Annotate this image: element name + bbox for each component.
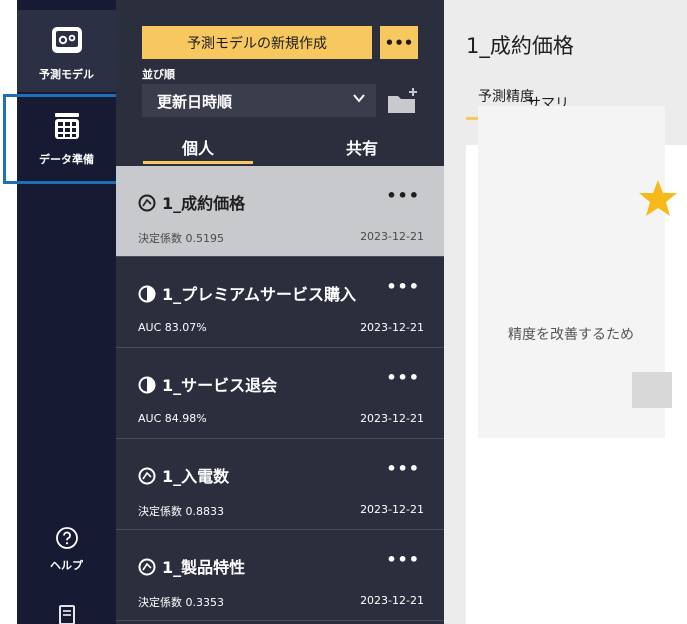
model-date: 2023-12-21: [360, 321, 424, 334]
model-date: 2023-12-21: [360, 412, 424, 425]
rail-item-label: 予測モデル: [39, 68, 94, 81]
regression-icon: [138, 558, 156, 580]
model-gear-icon: [17, 23, 116, 60]
model-date: 2023-12-21: [360, 503, 424, 516]
list-item[interactable]: 1_製品特性 ••• 決定係数 0.3353 2023-12-21: [116, 530, 444, 621]
rail-item-prediction-model[interactable]: 予測モデル: [17, 10, 116, 92]
sort-value: 更新日時順: [157, 93, 233, 111]
more-options-button[interactable]: •••: [380, 26, 418, 59]
document-icon: [17, 604, 116, 624]
new-folder-button[interactable]: [386, 86, 420, 116]
regression-icon: [138, 467, 156, 489]
model-date: 2023-12-21: [360, 230, 424, 243]
help-circle-icon: [17, 526, 116, 553]
accuracy-label: 予測精度: [478, 89, 534, 105]
model-date: 2023-12-21: [360, 594, 424, 607]
active-tab-indicator: [143, 161, 253, 164]
page-title: 1_成約価格: [466, 34, 574, 58]
main-content: 1_成約価格 サマリ 予測精度 精度を改善するため: [444, 0, 687, 624]
model-name: 1_製品特性: [162, 558, 246, 577]
sort-label: 並び順: [142, 68, 175, 81]
highlight-outline: [3, 94, 127, 184]
half-circle-icon: [138, 376, 156, 398]
chevron-down-icon: [352, 91, 366, 109]
model-name: 1_プレミアムサービス購入: [162, 285, 357, 304]
model-list-panel: 予測モデルの新規作成 ••• 並び順 更新日時順 個人 共有 1_成約価格 ••…: [116, 0, 444, 624]
model-name: 1_サービス退会: [162, 376, 278, 395]
model-metric: 決定係数 0.8833: [138, 505, 224, 518]
rail-item-help[interactable]: ヘルプ: [17, 526, 116, 576]
model-metric: 決定係数 0.3353: [138, 596, 224, 609]
list-item[interactable]: 1_成約価格 ••• 決定係数 0.5195 2023-12-21: [116, 166, 444, 257]
star-icon: [638, 178, 678, 222]
model-name: 1_入電数: [162, 467, 230, 486]
list-item[interactable]: 1_入電数 ••• 決定係数 0.8833 2023-12-21: [116, 439, 444, 530]
folder-add-icon: [386, 88, 420, 120]
item-menu-button[interactable]: •••: [386, 186, 420, 205]
rail-item-document[interactable]: [17, 604, 116, 624]
new-model-button[interactable]: 予測モデルの新規作成: [142, 26, 372, 59]
item-menu-button[interactable]: •••: [386, 459, 420, 478]
ownership-tabs: 個人 共有: [116, 130, 444, 166]
half-circle-icon: [138, 285, 156, 307]
model-metric: AUC 83.07%: [138, 321, 207, 334]
tab-shared[interactable]: 共有: [346, 135, 378, 159]
tab-personal[interactable]: 個人: [182, 135, 214, 159]
item-menu-button[interactable]: •••: [386, 368, 420, 387]
rail-item-label: ヘルプ: [50, 559, 83, 572]
item-menu-button[interactable]: •••: [386, 550, 420, 569]
regression-icon: [138, 194, 156, 216]
sort-dropdown[interactable]: 更新日時順: [142, 84, 376, 117]
model-name: 1_成約価格: [162, 194, 246, 213]
list-item[interactable]: 1_プレミアムサービス購入 ••• AUC 83.07% 2023-12-21: [116, 257, 444, 348]
list-item[interactable]: 1_サービス退会 ••• AUC 84.98% 2023-12-21: [116, 348, 444, 439]
improve-button[interactable]: [632, 372, 672, 408]
accuracy-panel: 精度を改善するため: [478, 106, 677, 438]
model-metric: 決定係数 0.5195: [138, 232, 224, 245]
model-metric: AUC 84.98%: [138, 412, 207, 425]
model-list: 1_成約価格 ••• 決定係数 0.5195 2023-12-21 1_プレミア…: [116, 166, 444, 621]
item-menu-button[interactable]: •••: [386, 277, 420, 296]
improve-accuracy-text: 精度を改善するため: [508, 327, 634, 343]
